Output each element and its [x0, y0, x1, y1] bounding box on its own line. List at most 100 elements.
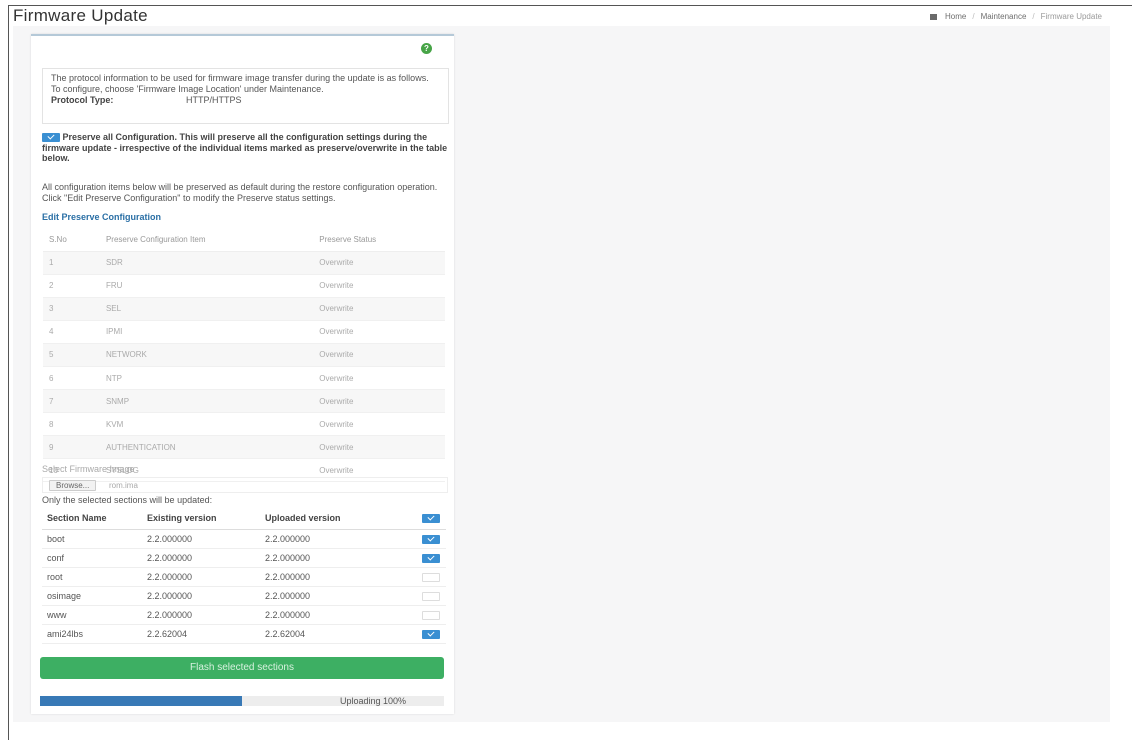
- breadcrumb-separator: /: [972, 12, 975, 21]
- cell-section-name: osimage: [42, 586, 142, 606]
- cell-item: AUTHENTICATION: [99, 435, 314, 460]
- cell-sno: 6: [43, 366, 100, 391]
- cell-uploaded-version: 2.2.62004: [260, 624, 416, 644]
- table-row: ami24lbs 2.2.62004 2.2.62004: [42, 624, 446, 644]
- table-row: www 2.2.000000 2.2.000000: [42, 605, 446, 625]
- cell-select: [416, 548, 446, 568]
- cell-sno: 5: [43, 343, 100, 367]
- table-row: 8 KVM Overwrite: [43, 412, 445, 437]
- selected-file-name: rom.ima: [109, 481, 138, 490]
- column-header-uploaded-version: Uploaded version: [260, 507, 416, 530]
- help-icon[interactable]: ?: [421, 43, 432, 54]
- cell-select: [416, 605, 446, 625]
- table-row: root 2.2.000000 2.2.000000: [42, 567, 446, 587]
- preserve-all-section: Preserve all Configuration. This will pr…: [42, 132, 448, 164]
- cell-sno: 3: [43, 297, 100, 321]
- cell-select: [416, 624, 446, 644]
- cell-sno: 7: [43, 389, 100, 414]
- cell-uploaded-version: 2.2.000000: [260, 548, 416, 568]
- table-row: 2 FRU Overwrite: [43, 274, 445, 298]
- cell-section-name: root: [42, 567, 142, 587]
- column-header-section-name: Section Name: [42, 507, 142, 530]
- table-header-row: Section Name Existing version Uploaded v…: [42, 507, 446, 530]
- table-row: 4 IPMI Overwrite: [43, 320, 445, 344]
- table-row: 1 SDR Overwrite: [43, 251, 445, 275]
- home-icon: [930, 13, 938, 20]
- cell-select: [416, 586, 446, 606]
- column-header-existing-version: Existing version: [142, 507, 260, 530]
- cell-item: KVM: [99, 412, 314, 437]
- table-row: osimage 2.2.000000 2.2.000000: [42, 586, 446, 606]
- cell-uploaded-version: 2.2.000000: [260, 567, 416, 587]
- cell-sno: 1: [43, 251, 100, 275]
- cell-status: Overwrite: [313, 389, 445, 414]
- cell-status: Overwrite: [313, 343, 445, 367]
- cell-status: Overwrite: [313, 274, 445, 298]
- section-select-checkbox[interactable]: [422, 591, 440, 601]
- cell-sno: 8: [43, 412, 100, 437]
- cell-existing-version: 2.2.62004: [142, 624, 260, 644]
- protocol-info-box: The protocol information to be used for …: [42, 68, 449, 124]
- cell-existing-version: 2.2.000000: [142, 529, 260, 549]
- browse-button[interactable]: Browse...: [49, 480, 97, 491]
- sections-note: Only the selected sections will be updat…: [42, 495, 213, 505]
- cell-status: Overwrite: [313, 320, 445, 344]
- cell-item: NTP: [99, 366, 314, 391]
- table-header-row: S.No Preserve Configuration Item Preserv…: [43, 229, 445, 252]
- breadcrumb-maintenance[interactable]: Maintenance: [981, 12, 1027, 21]
- section-select-checkbox[interactable]: [422, 553, 440, 563]
- upload-progress-bar: Uploading 100%: [40, 696, 444, 706]
- table-row: 3 SEL Overwrite: [43, 297, 445, 321]
- preserve-all-checkbox[interactable]: [42, 133, 60, 143]
- cell-sno: 4: [43, 320, 100, 344]
- section-select-checkbox[interactable]: [422, 610, 440, 620]
- cell-existing-version: 2.2.000000: [142, 567, 260, 587]
- protocol-type-value: HTTP/HTTPS: [186, 95, 242, 105]
- breadcrumb-home[interactable]: Home: [945, 12, 966, 21]
- section-select-checkbox[interactable]: [422, 629, 440, 639]
- sections-table: Section Name Existing version Uploaded v…: [42, 507, 446, 644]
- breadcrumb-current: Firmware Update: [1040, 12, 1102, 21]
- cell-status: Overwrite: [313, 435, 445, 460]
- select-all-checkbox[interactable]: [422, 513, 440, 523]
- select-firmware-label: Select Firmware Image: [42, 464, 135, 474]
- cell-item: NETWORK: [99, 343, 314, 367]
- preserve-configuration-table: S.No Preserve Configuration Item Preserv…: [43, 229, 445, 483]
- cell-existing-version: 2.2.000000: [142, 605, 260, 625]
- firmware-file-input: Browse... rom.ima: [42, 477, 448, 493]
- edit-preserve-configuration-link[interactable]: Edit Preserve Configuration: [42, 212, 161, 222]
- breadcrumb-separator: /: [1032, 12, 1035, 21]
- cell-item: SNMP: [99, 389, 314, 414]
- cell-section-name: conf: [42, 548, 142, 568]
- protocol-info-text: The protocol information to be used for …: [51, 73, 429, 94]
- cell-item: FRU: [99, 274, 314, 298]
- firmware-update-panel: ? The protocol information to be used fo…: [31, 34, 454, 714]
- cell-item: SDR: [99, 251, 314, 275]
- preserve-note: All configuration items below will be pr…: [42, 182, 438, 203]
- cell-section-name: ami24lbs: [42, 624, 142, 644]
- flash-selected-sections-button[interactable]: Flash selected sections: [40, 657, 444, 679]
- section-select-checkbox[interactable]: [422, 534, 440, 544]
- protocol-type-label: Protocol Type:: [51, 95, 114, 105]
- section-select-checkbox[interactable]: [422, 572, 440, 582]
- upload-progress-fill: [40, 696, 242, 706]
- cell-sno: 9: [43, 435, 100, 460]
- table-row: 5 NETWORK Overwrite: [43, 343, 445, 367]
- cell-section-name: boot: [42, 529, 142, 549]
- cell-status: Overwrite: [313, 366, 445, 391]
- upload-progress-label: Uploading 100%: [340, 696, 407, 706]
- cell-sno: 2: [43, 274, 100, 298]
- column-header-select-all: [416, 507, 446, 530]
- table-row: conf 2.2.000000 2.2.000000: [42, 548, 446, 568]
- cell-existing-version: 2.2.000000: [142, 586, 260, 606]
- table-row: 7 SNMP Overwrite: [43, 389, 445, 414]
- cell-uploaded-version: 2.2.000000: [260, 586, 416, 606]
- preserve-all-title: Preserve all Configuration.: [62, 132, 178, 142]
- column-header-item: Preserve Configuration Item: [99, 229, 314, 252]
- cell-section-name: www: [42, 605, 142, 625]
- cell-uploaded-version: 2.2.000000: [260, 529, 416, 549]
- column-header-status: Preserve Status: [313, 229, 445, 252]
- cell-status: Overwrite: [313, 297, 445, 321]
- breadcrumb: Home / Maintenance / Firmware Update: [930, 12, 1102, 21]
- cell-existing-version: 2.2.000000: [142, 548, 260, 568]
